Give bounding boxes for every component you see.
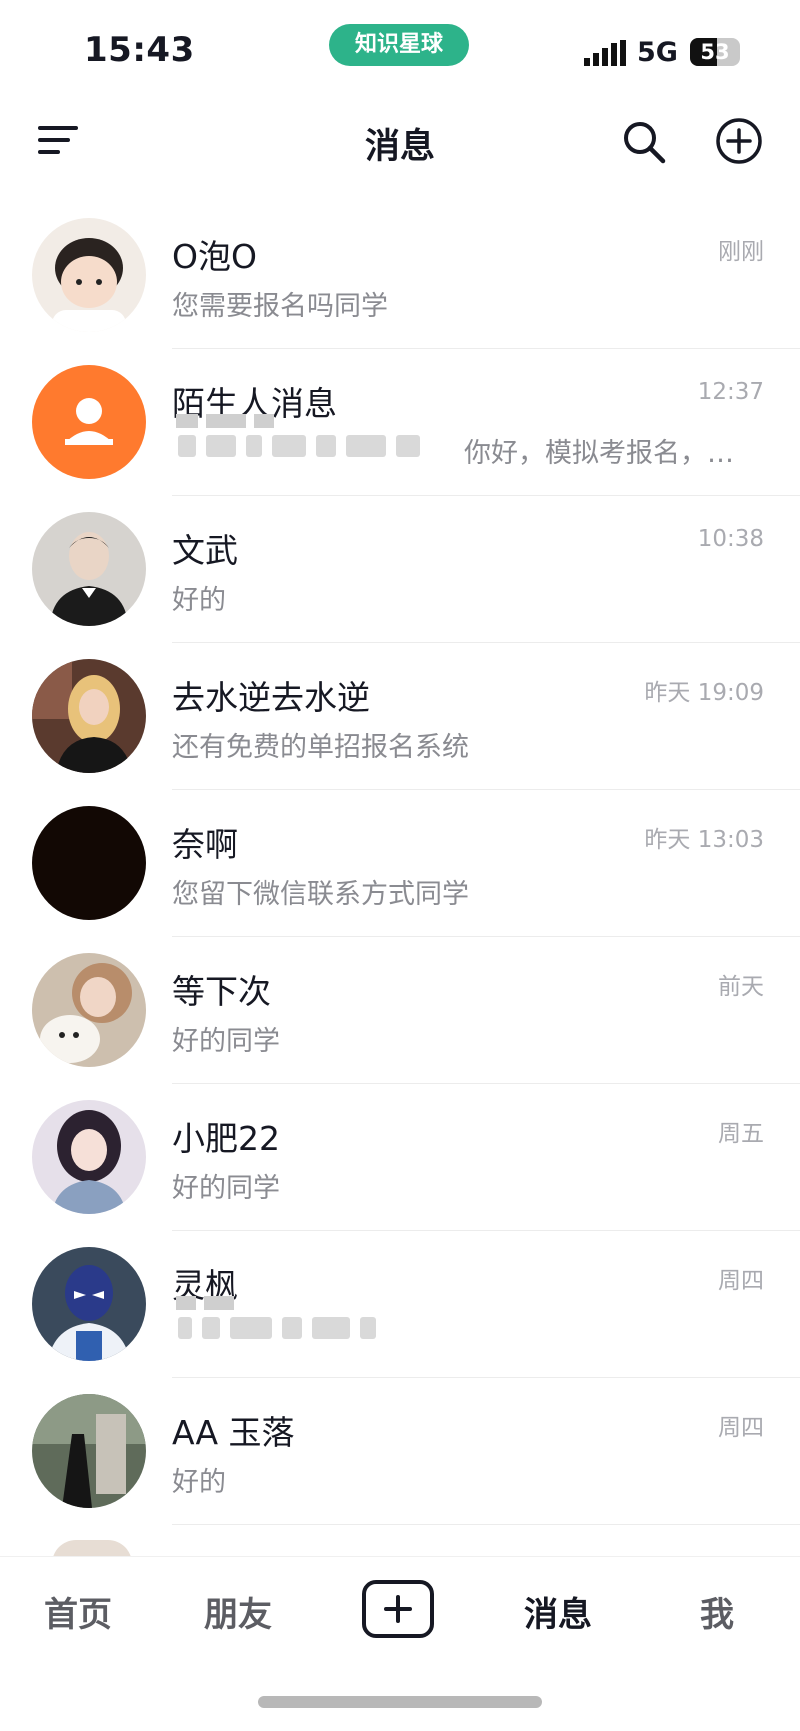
top-header: 消息 xyxy=(0,96,800,186)
battery-icon: 53 xyxy=(690,38,740,66)
row-divider xyxy=(172,1524,800,1525)
contact-name: AA 玉落 xyxy=(172,1413,295,1452)
signal-icon xyxy=(584,40,626,66)
contact-name: O泡O xyxy=(172,237,257,276)
message-time: 周四 xyxy=(718,1415,764,1441)
message-time: 周四 xyxy=(718,1268,764,1294)
avatar xyxy=(32,953,146,1067)
blurred-text xyxy=(178,1317,386,1343)
nav-home[interactable]: 首页 xyxy=(44,1587,112,1636)
app-pill[interactable]: 知识星球 xyxy=(329,24,469,66)
status-time: 15:43 xyxy=(84,30,195,70)
status-bar: 15:43 知识星球 5G 53 xyxy=(0,0,800,96)
contact-name: 去水逆去水逆 xyxy=(172,678,370,717)
avatar xyxy=(32,1394,146,1508)
message-preview: 您需要报名吗同学 xyxy=(172,291,388,322)
avatar xyxy=(32,806,146,920)
search-icon[interactable] xyxy=(620,118,668,166)
conversation-row[interactable]: O泡O 您需要报名吗同学 刚刚 xyxy=(0,202,800,349)
conversation-list: O泡O 您需要报名吗同学 刚刚 陌生人消息 你好，模拟考报名，… 12:37 文… xyxy=(0,202,800,1525)
message-preview: 还有免费的单招报名系统 xyxy=(172,732,469,763)
conversation-row[interactable]: 奈啊 您留下微信联系方式同学 昨天 13:03 xyxy=(0,790,800,937)
add-circle-icon[interactable] xyxy=(714,116,764,166)
avatar xyxy=(32,1100,146,1214)
network-type: 5G xyxy=(637,37,678,68)
message-preview: 好的 xyxy=(172,1467,226,1498)
nav-friends[interactable]: 朋友 xyxy=(204,1587,272,1636)
message-time: 周五 xyxy=(718,1121,764,1147)
blurred-text xyxy=(176,413,282,432)
message-preview: 你好，模拟考报名，… xyxy=(464,438,734,469)
blurred-text xyxy=(178,435,430,461)
message-preview: 好的同学 xyxy=(172,1173,280,1204)
conversation-row[interactable]: AA 玉落 好的 周四 xyxy=(0,1378,800,1525)
stranger-avatar-icon xyxy=(32,365,146,479)
avatar xyxy=(32,1247,146,1361)
contact-name: 奈啊 xyxy=(172,825,238,864)
conversation-row[interactable]: 文武 好的 10:38 xyxy=(0,496,800,643)
conversation-row[interactable]: 灵枫 周四 xyxy=(0,1231,800,1378)
plus-icon[interactable] xyxy=(362,1580,434,1638)
message-time: 10:38 xyxy=(697,526,764,552)
message-time: 12:37 xyxy=(697,379,764,405)
contact-name: 等下次 xyxy=(172,972,271,1011)
blurred-text xyxy=(176,1295,242,1314)
message-preview: 好的 xyxy=(172,585,226,616)
conversation-row[interactable]: 去水逆去水逆 还有免费的单招报名系统 昨天 19:09 xyxy=(0,643,800,790)
message-time: 昨天 19:09 xyxy=(644,680,764,706)
avatar xyxy=(32,659,146,773)
message-time: 前天 xyxy=(718,974,764,1000)
battery-percent: 53 xyxy=(700,40,730,64)
message-time: 刚刚 xyxy=(718,239,764,265)
nav-messages[interactable]: 消息 xyxy=(524,1587,592,1636)
nav-me[interactable]: 我 xyxy=(700,1587,734,1636)
contact-name: 文武 xyxy=(172,531,238,570)
conversation-row[interactable]: 小肥22 好的同学 周五 xyxy=(0,1084,800,1231)
conversation-row[interactable]: 陌生人消息 你好，模拟考报名，… 12:37 xyxy=(0,349,800,496)
avatar xyxy=(32,512,146,626)
contact-name: 小肥22 xyxy=(172,1119,280,1158)
message-preview: 您留下微信联系方式同学 xyxy=(172,879,469,910)
avatar xyxy=(32,218,146,332)
conversation-row[interactable]: 等下次 好的同学 前天 xyxy=(0,937,800,1084)
message-preview: 好的同学 xyxy=(172,1026,280,1057)
message-time: 昨天 13:03 xyxy=(644,827,764,853)
home-indicator[interactable] xyxy=(258,1696,542,1708)
page-title: 消息 xyxy=(364,127,435,167)
